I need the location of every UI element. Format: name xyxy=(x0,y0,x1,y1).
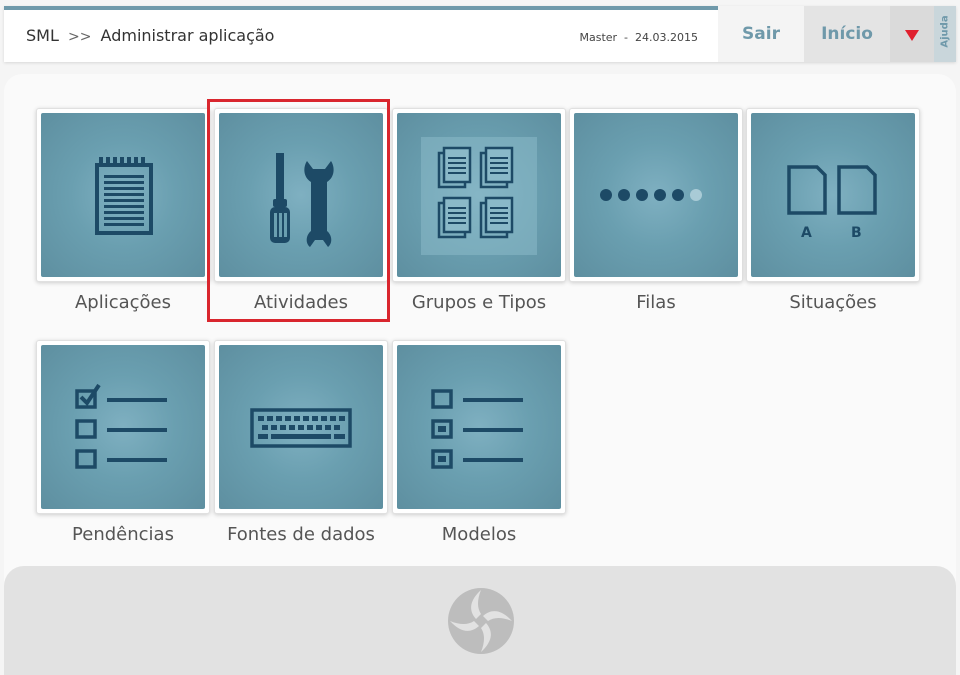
sair-button[interactable]: Sair xyxy=(718,6,804,62)
document-stacks-icon xyxy=(397,113,561,277)
tile-label: Pendências xyxy=(72,524,174,545)
tile-frame xyxy=(214,340,388,514)
user-date-info: Master - 24.03.2015 xyxy=(579,31,698,44)
documents-ab-icon: A B xyxy=(751,113,915,277)
top-bar: SML >> Administrar aplicação Master - 24… xyxy=(4,6,956,62)
tile-frame xyxy=(36,108,210,282)
breadcrumb-page: Administrar aplicação xyxy=(100,26,275,45)
tile-frame: A B xyxy=(746,108,920,282)
tile-frame xyxy=(392,340,566,514)
dropdown-button[interactable] xyxy=(890,6,934,62)
app-logo-icon xyxy=(448,588,514,654)
tile-label: Situações xyxy=(789,292,877,313)
tile-label: Fontes de dados xyxy=(227,524,375,545)
tile-frame xyxy=(36,340,210,514)
tile-label: Atividades xyxy=(253,292,349,313)
caret-down-icon xyxy=(905,30,919,41)
tile-label: Filas xyxy=(636,292,676,313)
footer xyxy=(4,566,956,675)
ajuda-label: Ajuda xyxy=(939,15,951,48)
tile-frame xyxy=(569,108,743,282)
checklist-icon xyxy=(41,345,205,509)
form-list-icon xyxy=(397,345,561,509)
svg-text:B: B xyxy=(851,225,862,241)
tile-frame xyxy=(392,108,566,282)
breadcrumb: SML >> Administrar aplicação xyxy=(26,26,274,45)
tile-label: Aplicações xyxy=(74,292,172,313)
tile-frame xyxy=(214,108,388,282)
breadcrumb-separator: >> xyxy=(67,29,92,45)
breadcrumb-root[interactable]: SML xyxy=(26,26,59,45)
keyboard-icon xyxy=(219,345,383,509)
inicio-button[interactable]: Início xyxy=(804,6,890,62)
tile-label: Grupos e Tipos xyxy=(411,292,547,313)
tools-icon xyxy=(219,113,383,277)
ajuda-tab[interactable]: Ajuda xyxy=(934,6,956,62)
notepad-icon xyxy=(41,113,205,277)
tile-label: Modelos xyxy=(441,524,517,545)
dots-icon xyxy=(574,113,738,277)
svg-text:A: A xyxy=(801,225,812,241)
